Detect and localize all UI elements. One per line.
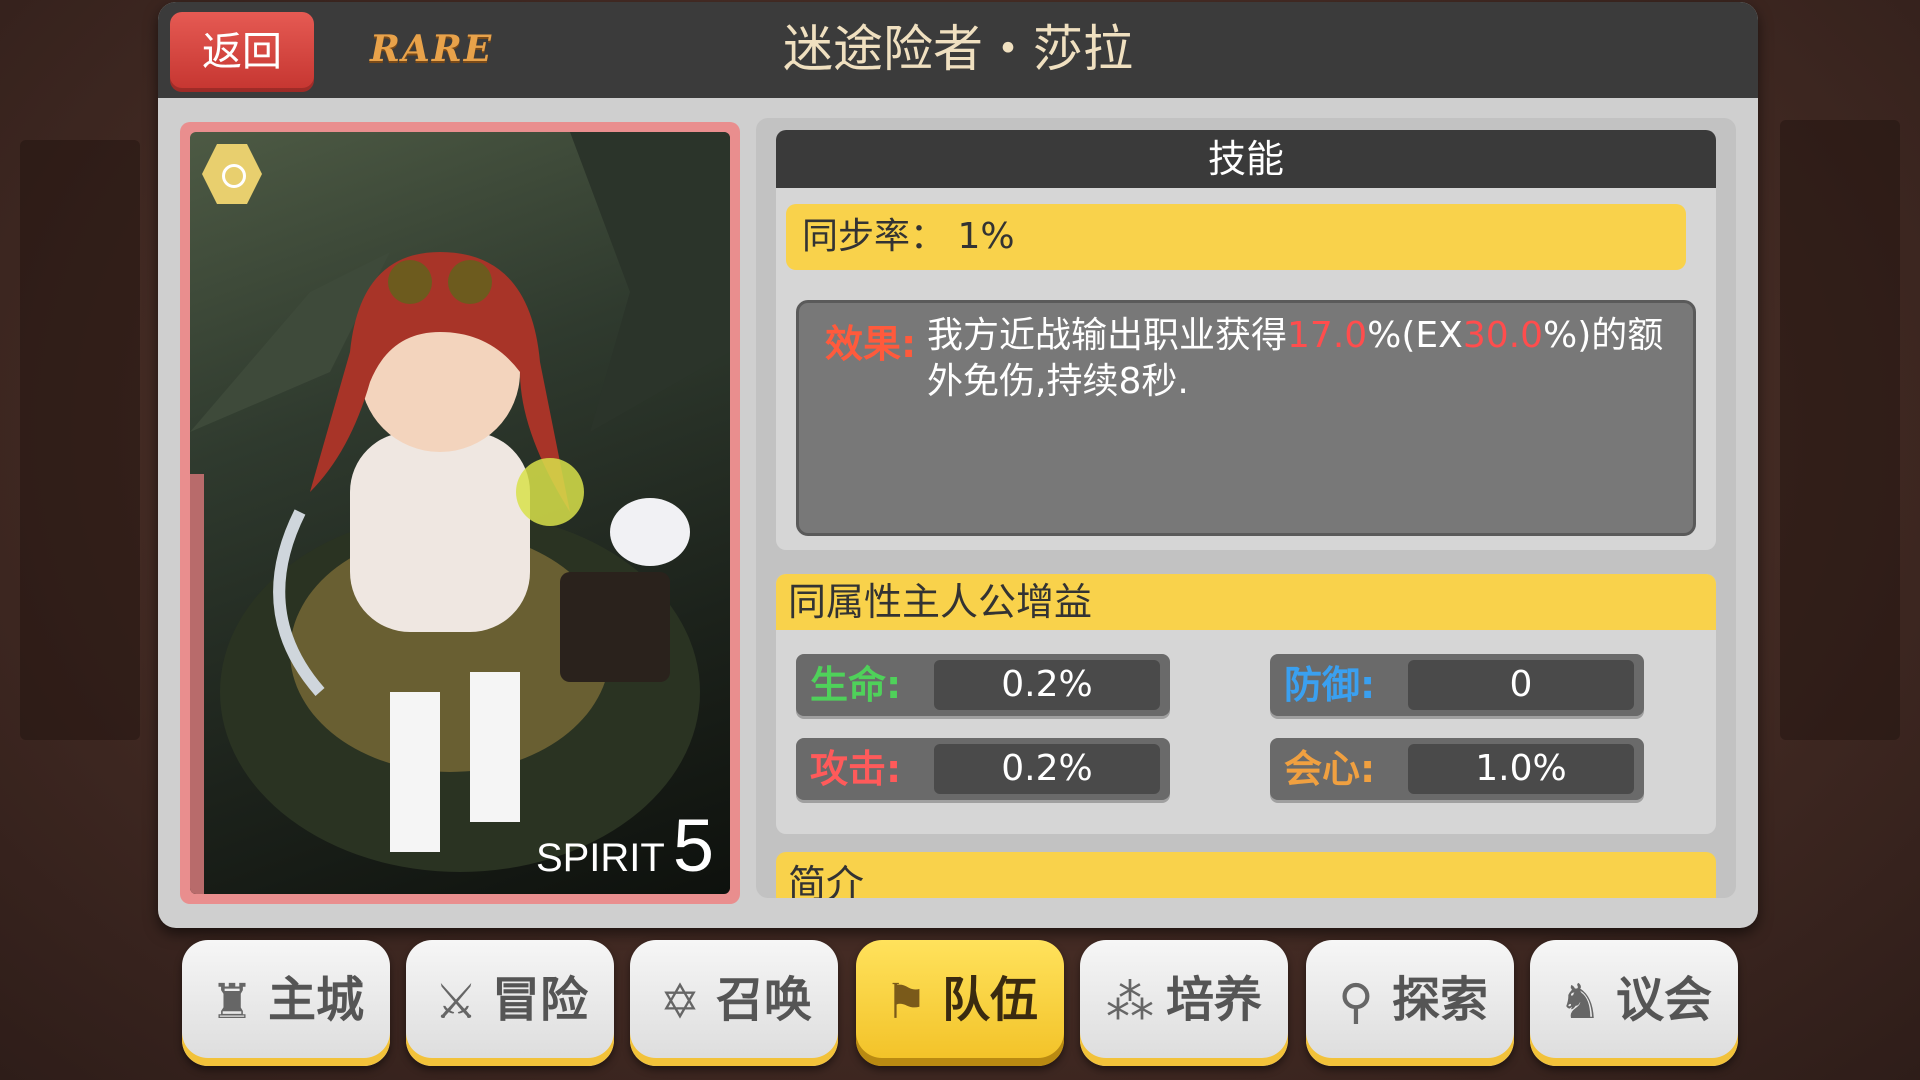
spirit-level: 5 [672,804,714,887]
background-shelf-right [1780,120,1900,740]
intro-section-header: 简介 [776,852,1716,898]
nav-main-city[interactable]: ♜ 主城 [182,940,390,1066]
bonus-header: 同属性主人公增益 [776,574,1716,630]
hexagram-icon: ✡ [659,974,701,1030]
three-circles-icon: ⁂ [1106,974,1154,1030]
character-detail-panel: 返回 RARE 迷途险者・莎拉 SPIRIT 5 技能 同步率： 1% 效果: … [158,2,1758,928]
nav-label: 培养 [1166,972,1263,1028]
stat-value: 0 [1408,660,1634,710]
nav-label: 召唤 [716,972,813,1028]
nav-label: 议会 [1616,972,1713,1028]
attribute-bonus-section: 同属性主人公增益 生命: 0.2% 防御: 0 攻击: 0.2% 会心: 1.0… [776,574,1716,834]
stat-value: 1.0% [1408,744,1634,794]
effect-label: 效果: [825,322,917,366]
stat-label: 生命: [810,663,902,707]
nav-label: 队伍 [942,972,1039,1028]
stat-hp: 生命: 0.2% [796,654,1170,716]
team-flag-icon: ⚑ [884,974,928,1030]
nav-summon[interactable]: ✡ 召唤 [630,940,838,1066]
character-card: SPIRIT 5 [180,122,740,904]
nav-label: 探索 [1392,972,1489,1028]
nav-adventure[interactable]: ⚔ 冒险 [406,940,614,1066]
skill-section: 技能 同步率： 1% 效果: 我方近战输出职业获得17.0%(EX30.0%)的… [776,130,1716,550]
skill-effect-box: 效果: 我方近战输出职业获得17.0%(EX30.0%)的额外免伤,持续8秒. [796,300,1696,536]
effect-ex-value: 30.0 [1462,315,1543,356]
dragon-icon: ♞ [1558,974,1602,1030]
stat-value: 0.2% [934,744,1160,794]
nav-council[interactable]: ♞ 议会 [1530,940,1738,1066]
character-illustration [190,132,730,872]
intro-label: 简介 [788,862,865,898]
back-button[interactable]: 返回 [170,12,314,92]
nav-cultivate[interactable]: ⁂ 培养 [1080,940,1288,1066]
character-name: 迷途险者・莎拉 [783,20,1133,78]
effect-value: 17.0 [1287,315,1368,356]
skill-header: 技能 [776,130,1716,188]
rarity-label: RARE [370,28,494,70]
stat-label: 防御: [1284,663,1376,707]
stat-label: 会心: [1284,747,1376,791]
card-side-ribbon [190,474,204,894]
stat-defense: 防御: 0 [1270,654,1644,716]
crossed-swords-icon: ⚔ [434,974,478,1030]
character-artwork: SPIRIT 5 [190,132,730,894]
effect-description: 我方近战输出职业获得17.0%(EX30.0%)的额外免伤,持续8秒. [927,315,1664,402]
nav-explore[interactable]: ⚲ 探索 [1306,940,1514,1066]
spirit-label: SPIRIT [535,836,665,880]
info-column[interactable]: 技能 同步率： 1% 效果: 我方近战输出职业获得17.0%(EX30.0%)的… [756,118,1736,898]
nav-label: 主城 [268,972,365,1028]
castle-icon: ♜ [210,974,254,1030]
explore-figure-icon: ⚲ [1338,974,1374,1030]
stat-value: 0.2% [934,660,1160,710]
nav-label: 冒险 [492,972,589,1028]
stat-critical: 会心: 1.0% [1270,738,1644,800]
stat-attack: 攻击: 0.2% [796,738,1170,800]
spirit-indicator: SPIRIT 5 [536,803,714,888]
sync-rate: 同步率： 1% [786,204,1686,270]
background-shelf-left [20,140,140,740]
title-bar: 返回 RARE 迷途险者・莎拉 [158,2,1758,98]
stat-label: 攻击: [810,747,902,791]
nav-team[interactable]: ⚑ 队伍 [856,940,1064,1066]
